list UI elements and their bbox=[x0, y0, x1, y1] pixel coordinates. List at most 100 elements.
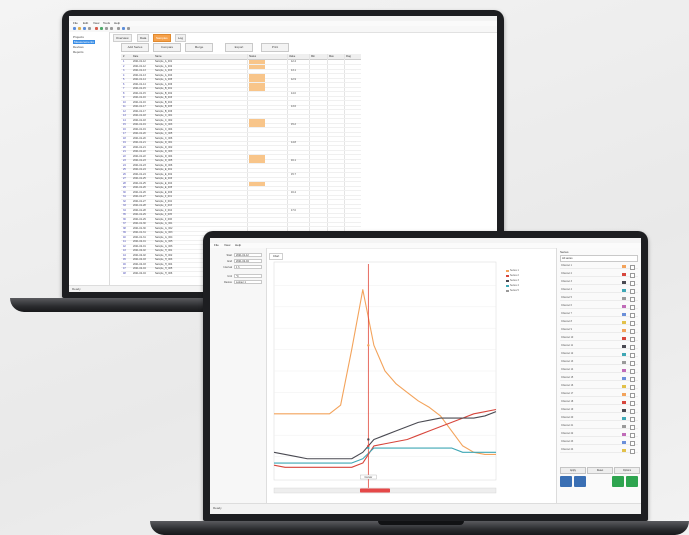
series-row[interactable]: Channel 22 bbox=[560, 432, 638, 438]
column-header-status[interactable]: Status bbox=[249, 54, 256, 59]
series-row[interactable]: Channel 13 bbox=[560, 360, 638, 366]
series-row[interactable]: Channel 1 bbox=[560, 264, 638, 270]
series-checkbox[interactable] bbox=[630, 424, 635, 430]
series-row[interactable]: Channel 7 bbox=[560, 312, 638, 318]
column-header-date[interactable]: Date bbox=[133, 54, 138, 59]
compare-button[interactable]: Compare bbox=[153, 43, 181, 52]
tree-node-devices[interactable]: Devices bbox=[73, 45, 84, 49]
save-icon[interactable] bbox=[83, 27, 86, 30]
print-button[interactable]: Print bbox=[261, 43, 289, 52]
delete-icon[interactable] bbox=[95, 27, 98, 30]
play-icon[interactable] bbox=[612, 476, 624, 487]
interval-field[interactable]: 1 h bbox=[234, 265, 262, 269]
series-row[interactable]: Channel 4 bbox=[560, 288, 638, 294]
series-checkbox[interactable] bbox=[630, 296, 635, 302]
merge-button[interactable]: Merge bbox=[185, 43, 213, 52]
tree-node-projects[interactable]: Projects bbox=[73, 35, 84, 39]
column-header-max[interactable]: Max bbox=[329, 54, 334, 59]
series-color-swatch[interactable] bbox=[622, 424, 626, 428]
series-row[interactable]: Channel 2 bbox=[560, 272, 638, 278]
column-header-min[interactable]: Min bbox=[311, 54, 315, 59]
column-header-name[interactable]: Name bbox=[155, 54, 162, 59]
series-row[interactable]: Channel 11 bbox=[560, 344, 638, 350]
zoom-icon[interactable] bbox=[117, 27, 120, 30]
series-color-swatch[interactable] bbox=[622, 368, 626, 372]
export-button[interactable]: Export bbox=[225, 43, 253, 52]
series-color-swatch[interactable] bbox=[622, 352, 626, 356]
series-row[interactable]: Channel 9 bbox=[560, 328, 638, 334]
tab-data[interactable]: Data bbox=[137, 34, 150, 42]
line-chart[interactable]: Cursor bbox=[268, 252, 498, 504]
series-row[interactable]: Channel 19 bbox=[560, 408, 638, 414]
series-row[interactable]: Channel 23 bbox=[560, 440, 638, 446]
series-color-swatch[interactable] bbox=[622, 328, 626, 332]
series-row[interactable]: Channel 6 bbox=[560, 304, 638, 310]
series-color-swatch[interactable] bbox=[622, 296, 626, 300]
zoom-in-icon[interactable] bbox=[560, 476, 572, 487]
series-row[interactable]: Channel 20 bbox=[560, 416, 638, 422]
export-icon[interactable] bbox=[626, 476, 638, 487]
series-color-swatch[interactable] bbox=[622, 392, 626, 396]
series-row[interactable]: Channel 12 bbox=[560, 352, 638, 358]
series-color-swatch[interactable] bbox=[622, 304, 626, 308]
start-field[interactable]: 2021-01-12 bbox=[234, 253, 262, 257]
series-color-swatch[interactable] bbox=[622, 312, 626, 316]
refresh-icon[interactable] bbox=[110, 27, 113, 30]
zoom-out-icon[interactable] bbox=[574, 476, 586, 487]
series-row[interactable]: Channel 21 bbox=[560, 424, 638, 430]
series-checkbox[interactable] bbox=[630, 416, 635, 422]
series-row[interactable]: Channel 3 bbox=[560, 280, 638, 286]
print-icon[interactable] bbox=[88, 27, 91, 30]
tab-log[interactable]: Log bbox=[175, 34, 187, 42]
series-checkbox[interactable] bbox=[630, 392, 635, 398]
series-checkbox[interactable] bbox=[630, 448, 635, 454]
column-header-index[interactable]: # bbox=[123, 54, 124, 59]
device-field[interactable]: Logger 1 bbox=[234, 280, 262, 284]
series-color-swatch[interactable] bbox=[622, 440, 626, 444]
series-checkbox[interactable] bbox=[630, 384, 635, 390]
series-color-swatch[interactable] bbox=[622, 384, 626, 388]
tab-overview[interactable]: Overview bbox=[113, 34, 132, 42]
series-checkbox[interactable] bbox=[630, 352, 635, 358]
series-color-swatch[interactable] bbox=[622, 320, 626, 324]
series-row[interactable]: Channel 8 bbox=[560, 320, 638, 326]
series-checkbox[interactable] bbox=[630, 344, 635, 350]
end-field[interactable]: 2021-02-04 bbox=[234, 259, 262, 263]
series-color-swatch[interactable] bbox=[622, 448, 626, 452]
series-checkbox[interactable] bbox=[630, 336, 635, 342]
column-header-value[interactable]: Value bbox=[289, 54, 295, 59]
series-checkbox[interactable] bbox=[630, 432, 635, 438]
series-color-swatch[interactable] bbox=[622, 288, 626, 292]
apply-button[interactable]: Apply bbox=[560, 467, 586, 474]
series-row[interactable]: Channel 14 bbox=[560, 368, 638, 374]
series-color-swatch[interactable] bbox=[622, 264, 626, 268]
series-checkbox[interactable] bbox=[630, 288, 635, 294]
series-checkbox[interactable] bbox=[630, 440, 635, 446]
series-checkbox[interactable] bbox=[630, 408, 635, 414]
series-select[interactable]: All series bbox=[560, 255, 638, 262]
series-checkbox[interactable] bbox=[630, 280, 635, 286]
series-checkbox[interactable] bbox=[630, 320, 635, 326]
series-color-swatch[interactable] bbox=[622, 416, 626, 420]
series-row[interactable]: Channel 16 bbox=[560, 384, 638, 390]
series-checkbox[interactable] bbox=[630, 328, 635, 334]
series-row[interactable]: Channel 10 bbox=[560, 336, 638, 342]
series-checkbox[interactable] bbox=[630, 376, 635, 382]
settings-icon[interactable] bbox=[127, 27, 130, 30]
series-row[interactable]: Channel 5 bbox=[560, 296, 638, 302]
series-color-swatch[interactable] bbox=[622, 360, 626, 364]
series-color-swatch[interactable] bbox=[622, 344, 626, 348]
series-checkbox[interactable] bbox=[630, 304, 635, 310]
series-color-swatch[interactable] bbox=[622, 376, 626, 380]
add-icon[interactable] bbox=[100, 27, 103, 30]
new-icon[interactable] bbox=[73, 27, 76, 30]
series-color-swatch[interactable] bbox=[622, 336, 626, 340]
series-row[interactable]: Channel 24 bbox=[560, 448, 638, 454]
series-checkbox[interactable] bbox=[630, 272, 635, 278]
reset-button[interactable]: Reset bbox=[587, 467, 613, 474]
tree-node-reports[interactable]: Reports bbox=[73, 50, 84, 54]
series-color-swatch[interactable] bbox=[622, 432, 626, 436]
options-button[interactable]: Options bbox=[614, 467, 640, 474]
series-color-swatch[interactable] bbox=[622, 272, 626, 276]
series-row[interactable]: Channel 15 bbox=[560, 376, 638, 382]
